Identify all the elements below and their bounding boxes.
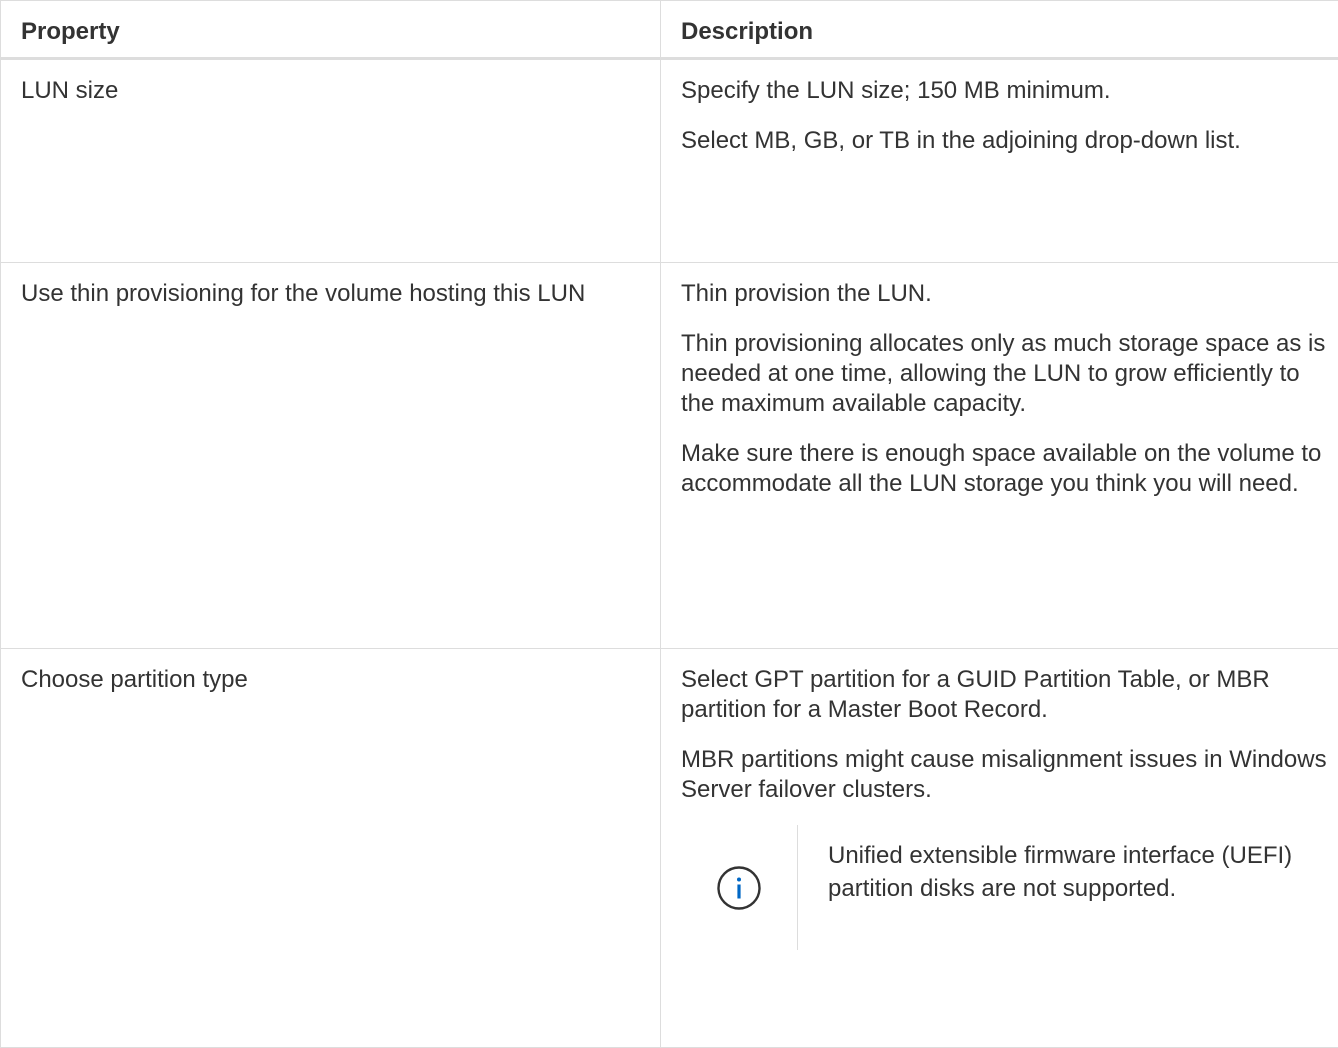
property-cell: Choose partition type	[1, 649, 661, 1048]
note-admonition: Unified extensible firmware interface (U…	[681, 825, 1330, 950]
description-cell: Specify the LUN size; 150 MB minimum. Se…	[661, 59, 1338, 263]
note-icon-container	[681, 825, 797, 950]
description-cell: Select GPT partition for a GUID Partitio…	[661, 649, 1338, 1048]
property-cell: LUN size	[1, 59, 661, 263]
description-cell: Thin provision the LUN. Thin provisionin…	[661, 263, 1338, 649]
property-description-table: Property Description LUN size Specify th…	[0, 0, 1338, 1048]
header-property: Property	[1, 1, 661, 59]
description-paragraph: Make sure there is enough space availabl…	[681, 439, 1330, 499]
description-paragraph: Thin provision the LUN.	[681, 279, 1330, 309]
table-row: Use thin provisioning for the volume hos…	[1, 263, 1338, 649]
description-paragraph: MBR partitions might cause misalignment …	[681, 745, 1330, 805]
description-paragraph: Select MB, GB, or TB in the adjoining dr…	[681, 126, 1330, 156]
info-icon	[716, 865, 762, 911]
table-row: Choose partition type Select GPT partiti…	[1, 649, 1338, 1048]
property-cell: Use thin provisioning for the volume hos…	[1, 263, 661, 649]
header-description: Description	[661, 1, 1338, 59]
table-header-row: Property Description	[1, 1, 1338, 59]
description-paragraph: Thin provisioning allocates only as much…	[681, 329, 1330, 419]
description-paragraph: Select GPT partition for a GUID Partitio…	[681, 665, 1330, 725]
description-paragraph: Specify the LUN size; 150 MB minimum.	[681, 76, 1330, 106]
table-row: LUN size Specify the LUN size; 150 MB mi…	[1, 59, 1338, 263]
note-text: Unified extensible firmware interface (U…	[798, 825, 1298, 950]
